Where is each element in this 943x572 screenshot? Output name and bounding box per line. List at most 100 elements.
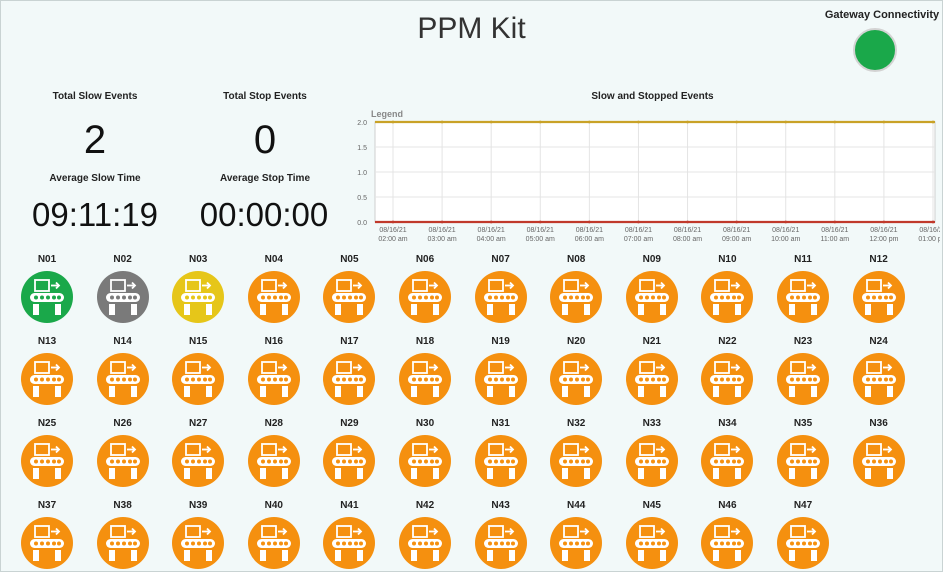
conveyor-machine-icon[interactable] [550,517,603,569]
node-label: N04 [264,254,283,265]
node-n19[interactable]: N19 [471,335,531,405]
node-n34[interactable]: N34 [697,417,757,487]
node-n29[interactable]: N29 [319,417,379,487]
node-n46[interactable]: N46 [697,499,757,569]
conveyor-machine-icon[interactable] [625,517,678,569]
conveyor-machine-icon[interactable] [625,353,678,405]
conveyor-machine-icon[interactable] [474,353,527,405]
conveyor-machine-icon[interactable] [399,271,451,323]
conveyor-machine-icon[interactable] [323,435,376,487]
conveyor-machine-icon[interactable] [96,517,149,569]
node-n05[interactable]: N05 [319,253,379,323]
node-n35[interactable]: N35 [773,417,833,487]
conveyor-machine-icon[interactable] [625,271,678,323]
conveyor-machine-icon[interactable] [96,271,149,323]
conveyor-machine-icon[interactable] [399,435,451,487]
node-n18[interactable]: N18 [395,335,455,405]
node-n37[interactable]: N37 [17,499,77,569]
node-n01[interactable]: N01 [17,253,77,323]
conveyor-machine-icon[interactable] [172,435,225,487]
node-label: N15 [189,336,208,347]
conveyor-machine-icon[interactable] [852,435,905,487]
node-n15[interactable]: N15 [168,335,228,405]
conveyor-machine-icon[interactable] [852,353,905,405]
conveyor-machine-icon[interactable] [21,271,73,323]
conveyor-machine-icon[interactable] [399,517,451,569]
conveyor-machine-icon[interactable] [474,517,527,569]
node-n16[interactable]: N16 [244,335,304,405]
node-n42[interactable]: N42 [395,499,455,569]
node-n21[interactable]: N21 [622,335,682,405]
node-n14[interactable]: N14 [93,335,153,405]
node-n45[interactable]: N45 [622,499,682,569]
conveyor-machine-icon[interactable] [172,271,225,323]
conveyor-machine-icon[interactable] [474,271,527,323]
node-n03[interactable]: N03 [168,253,228,323]
conveyor-machine-icon[interactable] [323,271,376,323]
conveyor-machine-icon[interactable] [21,435,73,487]
conveyor-machine-icon[interactable] [21,517,73,569]
conveyor-machine-icon[interactable] [777,517,829,569]
conveyor-machine-icon[interactable] [247,517,300,569]
conveyor-machine-icon[interactable] [172,517,225,569]
node-n39[interactable]: N39 [168,499,228,569]
conveyor-machine-icon[interactable] [550,271,603,323]
node-n40[interactable]: N40 [244,499,304,569]
node-n44[interactable]: N44 [546,499,606,569]
conveyor-machine-icon[interactable] [96,353,149,405]
chart-x-tick-date: 08/16/21 [527,227,554,234]
conveyor-machine-icon[interactable] [777,353,829,405]
node-n09[interactable]: N09 [622,253,682,323]
node-n27[interactable]: N27 [168,417,228,487]
node-n04[interactable]: N04 [244,253,304,323]
node-n47[interactable]: N47 [773,499,833,569]
node-n41[interactable]: N41 [319,499,379,569]
conveyor-machine-icon[interactable] [777,435,829,487]
node-n06[interactable]: N06 [395,253,455,323]
node-n30[interactable]: N30 [395,417,455,487]
node-n17[interactable]: N17 [319,335,379,405]
conveyor-machine-icon[interactable] [550,353,603,405]
node-n12[interactable]: N12 [849,253,909,323]
node-n24[interactable]: N24 [849,335,909,405]
node-n23[interactable]: N23 [773,335,833,405]
node-n36[interactable]: N36 [849,417,909,487]
conveyor-machine-icon[interactable] [247,271,300,323]
node-n10[interactable]: N10 [697,253,757,323]
conveyor-machine-icon[interactable] [323,353,376,405]
conveyor-machine-icon[interactable] [701,353,754,405]
node-n31[interactable]: N31 [471,417,531,487]
conveyor-machine-icon[interactable] [172,353,225,405]
node-n25[interactable]: N25 [17,417,77,487]
conveyor-machine-icon[interactable] [474,435,527,487]
node-n33[interactable]: N33 [622,417,682,487]
conveyor-machine-icon[interactable] [625,435,678,487]
node-label: N17 [340,336,359,347]
conveyor-machine-icon[interactable] [701,271,754,323]
node-n32[interactable]: N32 [546,417,606,487]
conveyor-machine-icon[interactable] [777,271,829,323]
conveyor-machine-icon[interactable] [701,435,754,487]
node-n43[interactable]: N43 [471,499,531,569]
conveyor-machine-icon[interactable] [323,517,376,569]
node-n11[interactable]: N11 [773,253,833,323]
node-n08[interactable]: N08 [546,253,606,323]
conveyor-machine-icon[interactable] [21,353,73,405]
conveyor-machine-icon[interactable] [852,271,905,323]
node-n28[interactable]: N28 [244,417,304,487]
conveyor-machine-icon[interactable] [550,435,603,487]
conveyor-machine-icon[interactable] [96,435,149,487]
node-n07[interactable]: N07 [471,253,531,323]
conveyor-machine-icon[interactable] [701,517,754,569]
node-n22[interactable]: N22 [697,335,757,405]
node-n02[interactable]: N02 [93,253,153,323]
node-label: N18 [415,336,435,347]
chart-series-point-1 [784,120,788,124]
node-n20[interactable]: N20 [546,335,606,405]
node-n26[interactable]: N26 [93,417,153,487]
conveyor-machine-icon[interactable] [247,353,300,405]
node-n13[interactable]: N13 [17,335,77,405]
node-n38[interactable]: N38 [93,499,153,569]
conveyor-machine-icon[interactable] [247,435,300,487]
conveyor-machine-icon[interactable] [399,353,451,405]
